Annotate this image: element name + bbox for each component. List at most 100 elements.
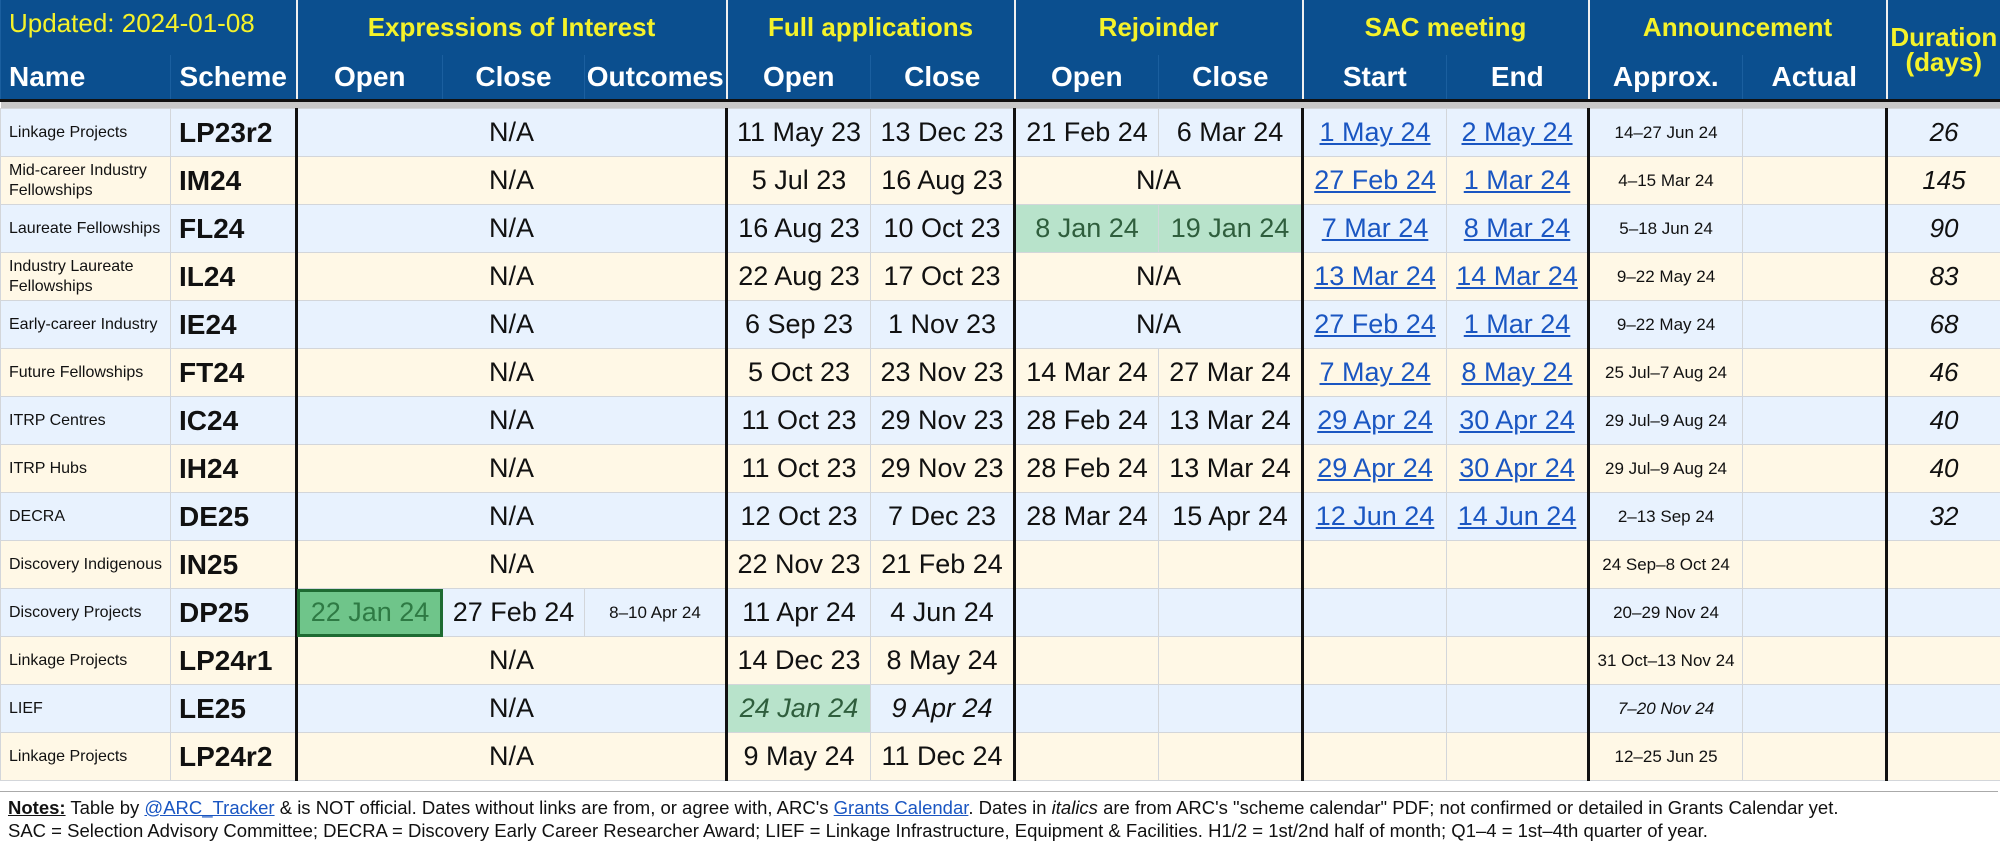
sac-start: 7 May 24 <box>1303 349 1447 397</box>
eoi-cell: N/A <box>297 637 727 685</box>
rejoinder-cell: N/A <box>1015 253 1303 301</box>
ann-approx: 2–13 Sep 24 <box>1589 493 1743 541</box>
sac-end <box>1447 541 1589 589</box>
sac-start <box>1303 541 1447 589</box>
fa-close: 1 Nov 23 <box>871 301 1015 349</box>
sac-start-link[interactable]: 27 Feb 24 <box>1314 309 1436 339</box>
rej-close: 27 Mar 24 <box>1159 349 1303 397</box>
scheme-name: Linkage Projects <box>1 637 171 685</box>
rej-close <box>1159 685 1303 733</box>
column-header-name: Name <box>1 55 171 101</box>
table-row: Industry Laureate Fellowships IL24 N/A 2… <box>1 253 2000 301</box>
sac-end: 8 May 24 <box>1447 349 1589 397</box>
table-row: LIEF LE25 N/A 24 Jan 24 9 Apr 24 7–20 No… <box>1 685 2000 733</box>
sac-end-link[interactable]: 8 May 24 <box>1462 357 1573 387</box>
rej-open <box>1015 637 1159 685</box>
rej-open <box>1015 685 1159 733</box>
sac-end-link[interactable]: 30 Apr 24 <box>1459 453 1575 483</box>
header-divider <box>1 101 2000 109</box>
sac-end-link[interactable]: 1 Mar 24 <box>1464 309 1571 339</box>
sac-start-link[interactable]: 12 Jun 24 <box>1316 501 1435 531</box>
sac-start: 27 Feb 24 <box>1303 301 1447 349</box>
rej-close <box>1159 637 1303 685</box>
table-row: DECRA DE25 N/A 12 Oct 23 7 Dec 23 28 Mar… <box>1 493 2000 541</box>
scheme-code: IC24 <box>171 397 297 445</box>
sac-start: 1 May 24 <box>1303 109 1447 157</box>
grants-schedule-table: Updated: 2024-01-08 Expressions of Inter… <box>0 0 2000 781</box>
notes-label: Notes: <box>8 797 66 818</box>
eoi-cell: N/A <box>297 253 727 301</box>
rej-open <box>1015 733 1159 781</box>
fa-open: 24 Jan 24 <box>727 685 871 733</box>
sac-end-link[interactable]: 30 Apr 24 <box>1459 405 1575 435</box>
scheme-name: Discovery Projects <box>1 589 171 637</box>
table-row: Future Fellowships FT24 N/A 5 Oct 23 23 … <box>1 349 2000 397</box>
sac-start-link[interactable]: 1 May 24 <box>1320 117 1431 147</box>
fa-close: 16 Aug 23 <box>871 157 1015 205</box>
scheme-code: FT24 <box>171 349 297 397</box>
sac-end-link[interactable]: 1 Mar 24 <box>1464 165 1571 195</box>
column-header-fa-open: Open <box>727 55 871 101</box>
grants-calendar-link[interactable]: Grants Calendar <box>834 797 969 818</box>
ann-approx: 24 Sep–8 Oct 24 <box>1589 541 1743 589</box>
duration: 46 <box>1887 349 2000 397</box>
eoi-cell: N/A <box>297 733 727 781</box>
rej-open: 14 Mar 24 <box>1015 349 1159 397</box>
sac-start-link[interactable]: 7 May 24 <box>1320 357 1431 387</box>
fa-close: 23 Nov 23 <box>871 349 1015 397</box>
rej-close <box>1159 589 1303 637</box>
sac-start-link[interactable]: 13 Mar 24 <box>1314 261 1436 291</box>
fa-close: 21 Feb 24 <box>871 541 1015 589</box>
sac-start <box>1303 637 1447 685</box>
sac-end-link[interactable]: 14 Mar 24 <box>1456 261 1578 291</box>
column-header-eoi-open: Open <box>297 55 443 101</box>
sac-end <box>1447 637 1589 685</box>
fa-close: 13 Dec 23 <box>871 109 1015 157</box>
scheme-code: DP25 <box>171 589 297 637</box>
sac-end-link[interactable]: 14 Jun 24 <box>1458 501 1577 531</box>
scheme-code: LP24r2 <box>171 733 297 781</box>
ann-approx: 12–25 Jun 25 <box>1589 733 1743 781</box>
duration <box>1887 733 2000 781</box>
arc-tracker-link[interactable]: @ARC_Tracker <box>144 797 274 818</box>
table-row: Laureate Fellowships FL24 N/A 16 Aug 23 … <box>1 205 2000 253</box>
fa-close: 4 Jun 24 <box>871 589 1015 637</box>
notes-text: & is NOT official. Dates without links a… <box>275 797 834 818</box>
ann-actual <box>1743 685 1887 733</box>
rejoinder-cell: N/A <box>1015 157 1303 205</box>
sac-end: 1 Mar 24 <box>1447 157 1589 205</box>
sac-start: 29 Apr 24 <box>1303 445 1447 493</box>
sac-start-link[interactable]: 29 Apr 24 <box>1317 453 1433 483</box>
sac-end-link[interactable]: 8 Mar 24 <box>1464 213 1571 243</box>
eoi-cell: N/A <box>297 397 727 445</box>
ann-approx: 14–27 Jun 24 <box>1589 109 1743 157</box>
notes-footer: Notes: Table by @ARC_Tracker & is NOT of… <box>0 791 1998 852</box>
eoi-cell: N/A <box>297 301 727 349</box>
column-header-eoi-outcomes: Outcomes <box>585 55 727 101</box>
duration: 83 <box>1887 253 2000 301</box>
sac-start: 7 Mar 24 <box>1303 205 1447 253</box>
sac-end-link[interactable]: 2 May 24 <box>1462 117 1573 147</box>
sac-start-link[interactable]: 29 Apr 24 <box>1317 405 1433 435</box>
ann-actual <box>1743 445 1887 493</box>
fa-open: 9 May 24 <box>727 733 871 781</box>
rej-close <box>1159 733 1303 781</box>
scheme-code: IL24 <box>171 253 297 301</box>
sac-start-link[interactable]: 27 Feb 24 <box>1314 165 1436 195</box>
eoi-open-selected-cell[interactable]: 22 Jan 24 <box>297 589 443 637</box>
column-header-sac-start: Start <box>1303 55 1447 101</box>
sac-end: 2 May 24 <box>1447 109 1589 157</box>
scheme-name: ITRP Hubs <box>1 445 171 493</box>
eoi-cell: N/A <box>297 157 727 205</box>
fa-close: 17 Oct 23 <box>871 253 1015 301</box>
ann-actual <box>1743 589 1887 637</box>
column-header-eoi-close: Close <box>443 55 585 101</box>
group-header-rejoinder: Rejoinder <box>1015 0 1303 55</box>
fa-open: 22 Aug 23 <box>727 253 871 301</box>
duration <box>1887 589 2000 637</box>
sac-end <box>1447 685 1589 733</box>
sac-start-link[interactable]: 7 Mar 24 <box>1322 213 1429 243</box>
scheme-code: LE25 <box>171 685 297 733</box>
scheme-name: Laureate Fellowships <box>1 205 171 253</box>
scheme-name: DECRA <box>1 493 171 541</box>
